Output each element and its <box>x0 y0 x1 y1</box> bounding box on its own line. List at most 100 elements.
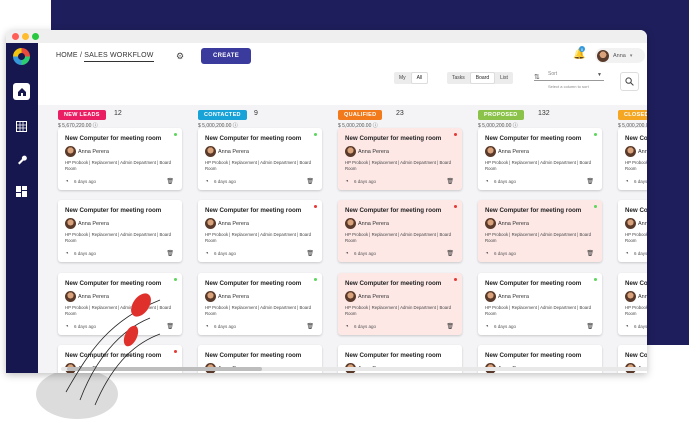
trash-icon[interactable]: 🗑 <box>306 178 314 185</box>
search-button[interactable] <box>620 72 639 91</box>
card-description: HP Probook | Replacement | Admin Departm… <box>485 160 591 171</box>
card-description: HP Probook | Replacement | Admin Departm… <box>205 232 311 243</box>
scope-my[interactable]: My <box>394 72 411 84</box>
deal-card[interactable]: New Computer for meeting room Anna Perera… <box>338 273 462 335</box>
clock-icon: ◔ <box>65 178 69 185</box>
gear-icon[interactable]: ⚙ <box>176 51 184 62</box>
maximize-window-icon[interactable] <box>32 33 39 40</box>
deal-card[interactable]: New Computer for meeting room Anna Perera… <box>618 128 647 190</box>
trash-icon[interactable]: 🗑 <box>586 250 594 257</box>
breadcrumb-home[interactable]: HOME <box>56 52 78 59</box>
trash-icon[interactable]: 🗑 <box>306 323 314 330</box>
wrench-icon[interactable] <box>13 151 30 168</box>
card-time-label: 6 days ago <box>634 179 647 184</box>
view-tasks[interactable]: Tasks <box>447 72 470 84</box>
column-count: 132 <box>538 110 550 117</box>
trash-icon[interactable]: 🗑 <box>586 178 594 185</box>
card-title: New Computer for meeting room <box>485 280 582 287</box>
user-name: Anna <box>613 52 626 59</box>
deal-card[interactable]: New Computer for meeting room Anna Perera… <box>618 273 647 335</box>
status-dot <box>454 205 457 208</box>
status-dot <box>314 205 317 208</box>
card-title: New Computer for meeting room <box>345 207 442 214</box>
card-title: New Computer for meeting room <box>65 207 162 214</box>
card-title: New Computer for meeting room <box>205 352 302 359</box>
dashboard-icon[interactable] <box>13 183 30 200</box>
trash-icon[interactable]: 🗑 <box>446 323 454 330</box>
card-description: HP Probook | Replacement | Admin Departm… <box>485 305 591 316</box>
trash-icon[interactable]: 🗑 <box>306 250 314 257</box>
deal-card[interactable]: New Computer for meeting room Anna Perera… <box>338 128 462 190</box>
window-titlebar <box>6 30 647 43</box>
deal-card[interactable]: New Computer for meeting room Anna Perera… <box>198 273 322 335</box>
scrollbar-thumb[interactable] <box>67 367 262 371</box>
sort-select[interactable]: Sort ▼ Select a column to sort <box>534 71 604 89</box>
card-title: New Computer for meeting room <box>205 207 302 214</box>
card-time: ◔ 6 days ago <box>345 251 376 257</box>
view-board[interactable]: Board <box>469 72 496 84</box>
card-description: HP Probook | Replacement | Admin Departm… <box>485 232 591 243</box>
status-dot <box>454 278 457 281</box>
avatar <box>205 146 216 157</box>
column-label: QUALIFIED <box>338 110 383 120</box>
card-time-label: 6 days ago <box>494 251 517 256</box>
status-dot <box>174 133 177 136</box>
create-button[interactable]: CREATE <box>201 48 251 64</box>
card-time-label: 6 days ago <box>214 324 237 329</box>
card-title: New Computer for meeting room <box>65 280 162 287</box>
card-person: Anna Perera <box>78 294 109 300</box>
close-window-icon[interactable] <box>12 33 19 40</box>
card-description: HP Probook | Replacement | Admin Departm… <box>65 232 171 243</box>
horizontal-scrollbar[interactable] <box>61 367 647 371</box>
clock-icon: ◔ <box>625 323 629 330</box>
card-person: Anna Perera <box>78 149 109 155</box>
column-count: 12 <box>114 110 122 117</box>
deal-card[interactable]: New Computer for meeting room Anna Perera… <box>58 128 182 190</box>
breadcrumb-current: SALES WORKFLOW <box>84 52 154 62</box>
clock-icon: ◔ <box>485 250 489 257</box>
notification-badge: 0 <box>579 46 585 52</box>
deal-card[interactable]: New Computer for meeting room Anna Perera… <box>198 200 322 262</box>
app-window: HOME / SALES WORKFLOW ⚙ CREATE 🔔 0 Anna … <box>6 30 647 373</box>
deal-card[interactable]: New Computer for meeting room Anna Perera… <box>478 200 602 262</box>
trash-icon[interactable]: 🗑 <box>166 178 174 185</box>
status-dot <box>314 278 317 281</box>
card-description: HP Probook | Replacement | Admin Departm… <box>625 305 647 316</box>
trash-icon[interactable]: 🗑 <box>586 323 594 330</box>
view-list[interactable]: List <box>495 72 513 84</box>
trash-icon[interactable]: 🗑 <box>166 323 174 330</box>
card-person: Anna Perera <box>218 221 249 227</box>
avatar <box>485 146 496 157</box>
trash-icon[interactable]: 🗑 <box>446 250 454 257</box>
card-title: New Computer for meeting room <box>485 352 582 359</box>
trash-icon[interactable]: 🗑 <box>446 178 454 185</box>
deal-card[interactable]: New Computer for meeting room Anna Perera… <box>58 200 182 262</box>
avatar <box>485 291 496 302</box>
deal-card[interactable]: New Computer for meeting room Anna Perera… <box>478 128 602 190</box>
grid-icon[interactable] <box>13 118 30 135</box>
card-description: HP Probook | Replacement | Admin Departm… <box>345 305 451 316</box>
user-menu[interactable]: Anna ▾ <box>595 48 645 63</box>
chevron-down-icon: ▼ <box>597 72 602 78</box>
card-time-label: 6 days ago <box>494 179 517 184</box>
scope-all[interactable]: All <box>410 72 429 84</box>
card-title: New Computer for meeting room <box>65 352 162 359</box>
deal-card[interactable]: New Computer for meeting room Anna Perera… <box>198 128 322 190</box>
clock-icon: ◔ <box>205 250 209 257</box>
card-time: ◔ 6 days ago <box>625 251 647 257</box>
minimize-window-icon[interactable] <box>22 33 29 40</box>
kanban-board: NEW LEADS 12 $ 5,670,220.00 ⓘ New Computer … <box>38 105 647 373</box>
deal-card[interactable]: New Computer for meeting room Anna Perera… <box>618 200 647 262</box>
home-icon[interactable] <box>13 83 30 100</box>
avatar <box>625 218 636 229</box>
column-count: 23 <box>396 110 404 117</box>
status-dot <box>314 133 317 136</box>
deal-card[interactable]: New Computer for meeting room Anna Perera… <box>478 273 602 335</box>
deal-card[interactable]: New Computer for meeting room Anna Perera… <box>338 200 462 262</box>
clock-icon: ◔ <box>65 323 69 330</box>
trash-icon[interactable]: 🗑 <box>166 250 174 257</box>
card-person: Anna Perera <box>78 221 109 227</box>
card-description: HP Probook | Replacement | Admin Departm… <box>345 160 451 171</box>
deal-card[interactable]: New Computer for meeting room Anna Perera… <box>58 273 182 335</box>
clock-icon: ◔ <box>625 178 629 185</box>
